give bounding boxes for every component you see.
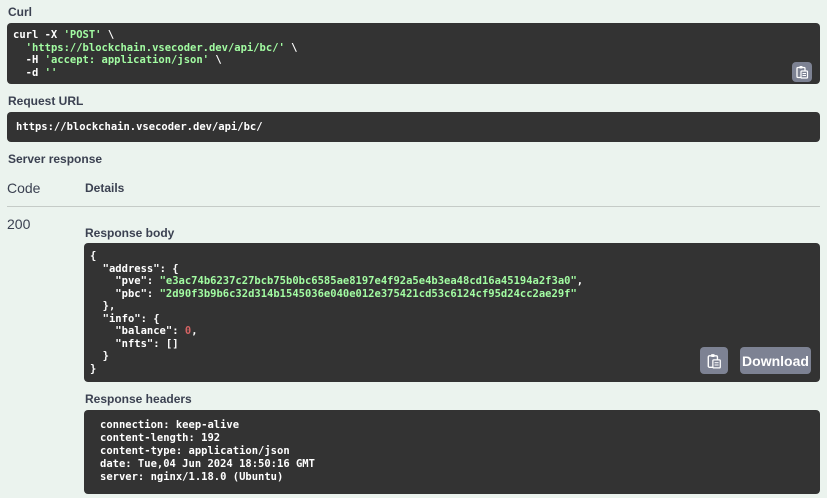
curl-line-4: -d ''	[13, 67, 820, 80]
json-line: "info": {	[90, 313, 820, 326]
curl-copy-button[interactable]	[792, 62, 812, 82]
curl-data-flag: -d	[25, 66, 45, 79]
curl-url: 'https://blockchain.vsecoder.dev/api/bc/…	[25, 41, 285, 54]
json-key-info: "info"	[102, 312, 141, 325]
json-line: "address": {	[90, 263, 820, 276]
details-column-header: Details	[85, 181, 125, 195]
response-headers-block: connection: keep-alive content-length: 1…	[84, 410, 820, 494]
json-value-balance: 0	[184, 325, 192, 337]
json-key-pve: "pve"	[115, 275, 147, 287]
download-button[interactable]: Download	[740, 347, 811, 374]
header-line-connection: connection: keep-alive	[100, 419, 240, 431]
response-headers-label: Response headers	[85, 392, 192, 406]
json-punct: },	[102, 300, 116, 312]
json-key-balance: "balance"	[115, 325, 173, 337]
json-punct: }	[102, 350, 109, 362]
json-key-nfts: "nfts"	[115, 337, 154, 350]
response-status-code: 200	[7, 216, 31, 232]
curl-command: curl -X	[13, 29, 64, 41]
response-body-block: { "address": { "pve": "e3ac74b6237c27bcb…	[84, 243, 820, 382]
curl-label: Curl	[8, 5, 32, 19]
json-value-nfts: : []	[153, 337, 179, 350]
clipboard-copy-icon	[707, 353, 721, 368]
json-line: "balance": 0,	[115, 325, 198, 337]
curl-line-3: -H 'accept: application/json' \	[13, 54, 820, 67]
server-response-label: Server response	[8, 152, 103, 166]
curl-continuation: \	[101, 29, 115, 41]
header-line-content-length: content-length: 192	[100, 432, 221, 444]
curl-continuation: \	[284, 41, 298, 54]
json-punct: : {	[159, 262, 179, 275]
json-line: },	[90, 300, 820, 313]
json-line: "pve": "e3ac74b6237c27bcb75b0bc6585ae819…	[115, 275, 584, 287]
curl-header-flag: -H	[25, 54, 45, 66]
json-line: {	[90, 250, 820, 263]
curl-line-2: 'https://blockchain.vsecoder.dev/api/bc/…	[13, 42, 820, 55]
request-url-block: https://blockchain.vsecoder.dev/api/bc/	[7, 112, 820, 142]
json-punct: : {	[140, 312, 160, 325]
curl-line-1: curl -X 'POST' \	[13, 29, 820, 42]
json-key-address: "address"	[102, 262, 160, 275]
clipboard-copy-icon	[796, 66, 809, 79]
response-body-copy-button[interactable]	[700, 347, 728, 374]
curl-code-block: curl -X 'POST' \ 'https://blockchain.vse…	[7, 23, 820, 84]
request-url-label: Request URL	[8, 94, 84, 108]
response-table-divider	[7, 206, 820, 207]
curl-data-value: ''	[44, 66, 58, 79]
response-body-label: Response body	[85, 226, 175, 240]
header-line-content-type: content-type: application/json	[100, 445, 290, 457]
request-url-value: https://blockchain.vsecoder.dev/api/bc/	[16, 121, 263, 133]
json-line: "pbc": "2d90f3b9b6c32d314b1545036e040e01…	[115, 287, 577, 300]
json-value-pve: "e3ac74b6237c27bcb75b0bc6585ae8197e4f92a…	[159, 275, 577, 287]
json-key-pbc: "pbc"	[115, 287, 147, 300]
json-value-pbc: "2d90f3b9b6c32d314b1545036e040e012e37542…	[159, 287, 577, 300]
header-line-server: server: nginx/1.18.0 (Ubuntu)	[100, 471, 284, 483]
json-open-brace: {	[90, 250, 97, 262]
curl-continuation: \	[209, 54, 222, 66]
header-line-date: date: Tue,04 Jun 2024 18:50:16 GMT	[100, 458, 315, 470]
curl-header-value: 'accept: application/json'	[44, 54, 209, 66]
curl-method: 'POST'	[63, 29, 102, 41]
json-close-brace: }	[90, 362, 97, 375]
code-column-header: Code	[7, 180, 41, 196]
